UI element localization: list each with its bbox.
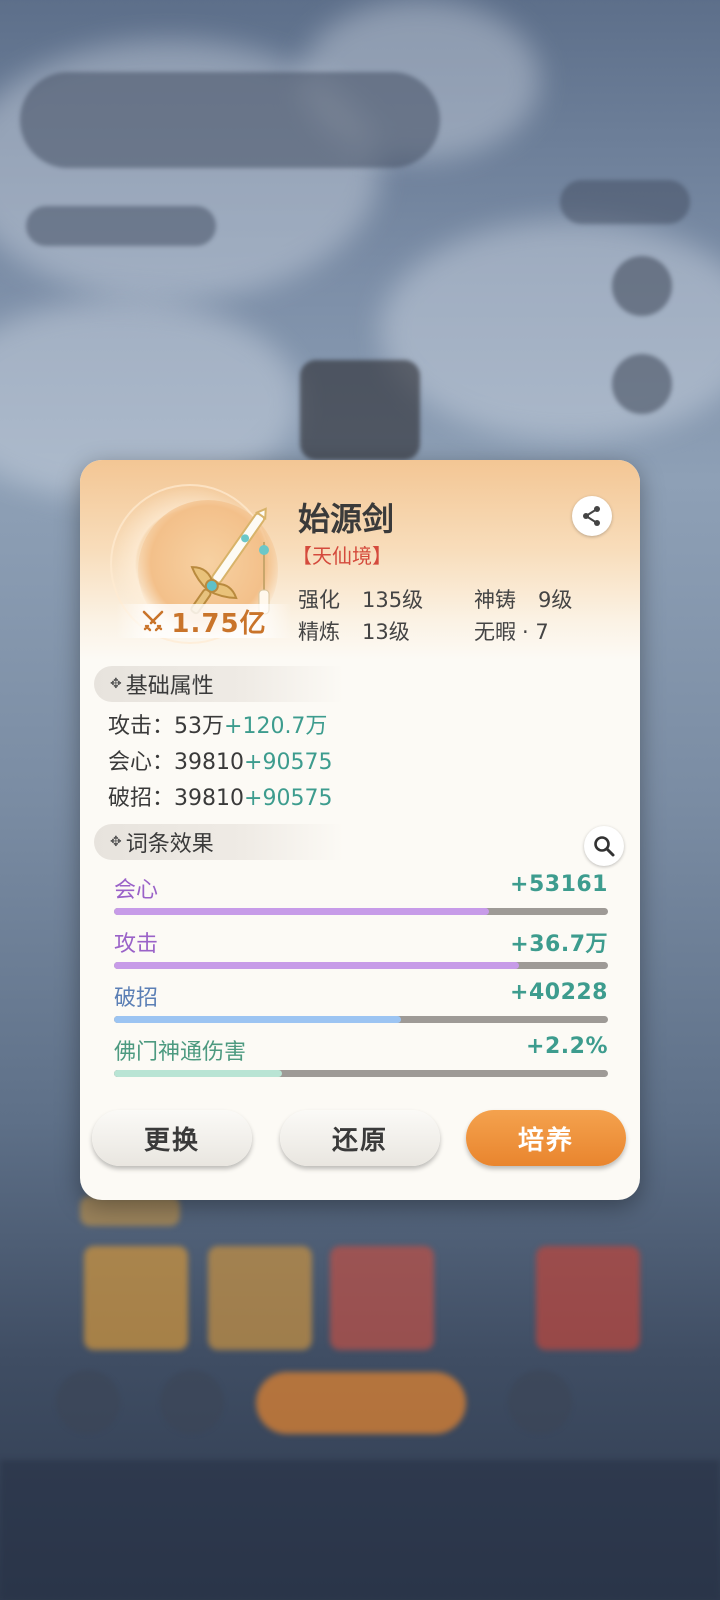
stat-divine-forge: 神铸 9级	[474, 588, 573, 612]
equipment-detail-card: 1.75亿 始源剑 【天仙境】 强化 135级 神铸 9级 精炼 13级 无暇 · 7 …	[80, 460, 640, 1200]
power-badge: 1.75亿	[116, 604, 292, 639]
search-icon	[594, 836, 615, 857]
affix-item: 会心 +53161	[114, 872, 608, 922]
affix-progress-fill	[114, 962, 520, 969]
stat-refine: 精炼 13级	[298, 620, 410, 644]
diamond-icon: ✥	[110, 676, 122, 692]
base-attack-line: 攻击：53万+120.7万	[108, 714, 328, 739]
base-break-line: 破招：39810+90575	[108, 786, 333, 811]
stat-enhance: 强化 135级	[298, 588, 424, 612]
affix-progress-bar	[114, 908, 608, 915]
diamond-icon: ✥	[110, 834, 122, 850]
affix-effects-header: ✥ 词条效果	[94, 824, 344, 860]
affix-item: 破招 +40228	[114, 980, 608, 1030]
restore-button[interactable]: 还原	[280, 1110, 440, 1166]
base-attributes-header: ✥ 基础属性	[94, 666, 344, 702]
affix-progress-fill	[114, 908, 490, 915]
share-icon	[583, 506, 600, 526]
affix-progress-bar	[114, 962, 608, 969]
base-crit-line: 会心：39810+90575	[108, 750, 333, 775]
item-tier: 【天仙境】	[292, 544, 392, 568]
crossed-swords-icon	[143, 610, 164, 632]
affix-item: 佛门神通伤害 +2.2%	[114, 1034, 608, 1084]
stat-flawless: 无暇 · 7	[474, 620, 549, 644]
replace-button[interactable]: 更换	[92, 1110, 252, 1166]
affix-progress-fill	[114, 1070, 282, 1077]
power-value: 1.75亿	[171, 608, 267, 639]
search-button[interactable]	[584, 826, 624, 866]
share-button[interactable]	[572, 496, 612, 536]
affix-progress-fill	[114, 1016, 401, 1023]
item-name: 始源剑	[298, 500, 395, 538]
train-button[interactable]: 培养	[466, 1110, 626, 1166]
affix-progress-bar	[114, 1070, 608, 1077]
affix-progress-bar	[114, 1016, 608, 1023]
affix-item: 攻击 +36.7万	[114, 926, 608, 976]
